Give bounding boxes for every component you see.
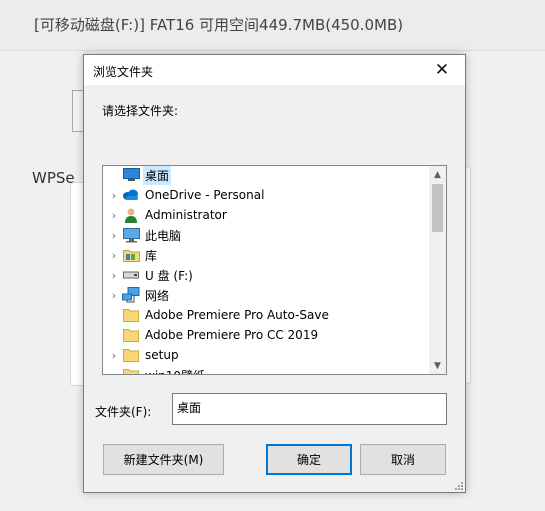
expand-chevron-icon[interactable]: ›	[106, 249, 122, 262]
expand-chevron-icon[interactable]: ›	[106, 289, 122, 302]
scroll-down-icon: ▼	[434, 360, 441, 371]
tree-item-label: win10壁纸	[143, 366, 207, 375]
tree-item-label: 桌面	[143, 166, 172, 185]
close-button[interactable]: ✕	[419, 55, 465, 85]
scroll-up-button[interactable]: ▲	[429, 166, 446, 183]
expand-chevron-icon[interactable]: ›	[106, 229, 122, 242]
dialog-title-bar[interactable]: 浏览文件夹 ✕	[84, 55, 465, 85]
computer-icon	[122, 227, 140, 243]
drive-info-text: [可移动磁盘(F:)] FAT16 可用空间449.7MB(450.0MB)	[34, 16, 404, 34]
scroll-thumb[interactable]	[432, 184, 443, 232]
tree-item[interactable]: › Administrator	[103, 205, 430, 225]
tree-item-label: OneDrive - Personal	[145, 188, 265, 202]
tree-item[interactable]: › setup	[103, 345, 430, 365]
ok-button[interactable]: 确定	[266, 444, 352, 475]
new-folder-button[interactable]: 新建文件夹(M)	[103, 444, 224, 475]
tree-item[interactable]: › 库	[103, 245, 430, 265]
dialog-title: 浏览文件夹	[93, 65, 154, 79]
expand-chevron-icon[interactable]: ›	[106, 209, 122, 222]
tree-item-label: setup	[145, 348, 179, 362]
folder-field[interactable]: 桌面	[172, 393, 447, 425]
tree-item-label: 此电脑	[145, 228, 182, 243]
expand-chevron-icon[interactable]: ›	[106, 269, 122, 282]
folder-icon	[122, 347, 140, 363]
cancel-button[interactable]: 取消	[360, 444, 446, 475]
tree-item[interactable]: › 网络	[103, 285, 430, 305]
tree-item[interactable]: › OneDrive - Personal	[103, 185, 430, 205]
folder-icon	[122, 327, 140, 343]
library-icon	[122, 247, 140, 263]
tree-item-label: Adobe Premiere Pro CC 2019	[145, 328, 319, 342]
resize-grip-icon[interactable]	[453, 480, 463, 490]
tree-item-label: U 盘 (F:)	[145, 268, 193, 283]
tree-item-label: 网络	[145, 288, 170, 303]
background-divider	[0, 50, 545, 51]
browse-folder-dialog: 浏览文件夹 ✕ 请选择文件夹: 桌面 › OneDrive - Personal › A…	[83, 54, 466, 493]
scroll-up-icon: ▲	[434, 169, 441, 180]
folder-tree[interactable]: 桌面 › OneDrive - Personal › Administrator › 此电脑…	[102, 165, 447, 375]
tree-item[interactable]: › U 盘 (F:)	[103, 265, 430, 285]
usb-drive-icon	[122, 267, 140, 283]
tree-item-label: Adobe Premiere Pro Auto-Save	[145, 308, 329, 322]
vertical-scrollbar[interactable]: ▲ ▼	[429, 166, 446, 374]
folder-icon	[122, 307, 140, 323]
desktop-icon	[122, 167, 140, 183]
tree-item[interactable]: win10壁纸	[103, 365, 430, 375]
tree-item[interactable]: Adobe Premiere Pro CC 2019	[103, 325, 430, 345]
tree-item[interactable]: › 此电脑	[103, 225, 430, 245]
expand-chevron-icon[interactable]: ›	[106, 349, 122, 362]
folder-field-label: 文件夹(F):	[95, 405, 152, 419]
cloud-icon	[122, 187, 140, 203]
tree-item[interactable]: Adobe Premiere Pro Auto-Save	[103, 305, 430, 325]
expand-chevron-icon[interactable]: ›	[106, 189, 122, 202]
scroll-down-button[interactable]: ▼	[429, 357, 446, 374]
tree-item-label: 库	[145, 248, 158, 263]
user-icon	[122, 207, 140, 223]
close-icon: ✕	[434, 60, 450, 80]
folder-icon	[122, 367, 140, 374]
network-icon	[122, 287, 140, 303]
background-header: [可移动磁盘(F:)] FAT16 可用空间449.7MB(450.0MB)	[0, 0, 545, 50]
tree-item[interactable]: 桌面	[103, 166, 430, 185]
tree-item-label: Administrator	[145, 208, 227, 222]
dialog-prompt: 请选择文件夹:	[102, 104, 179, 118]
